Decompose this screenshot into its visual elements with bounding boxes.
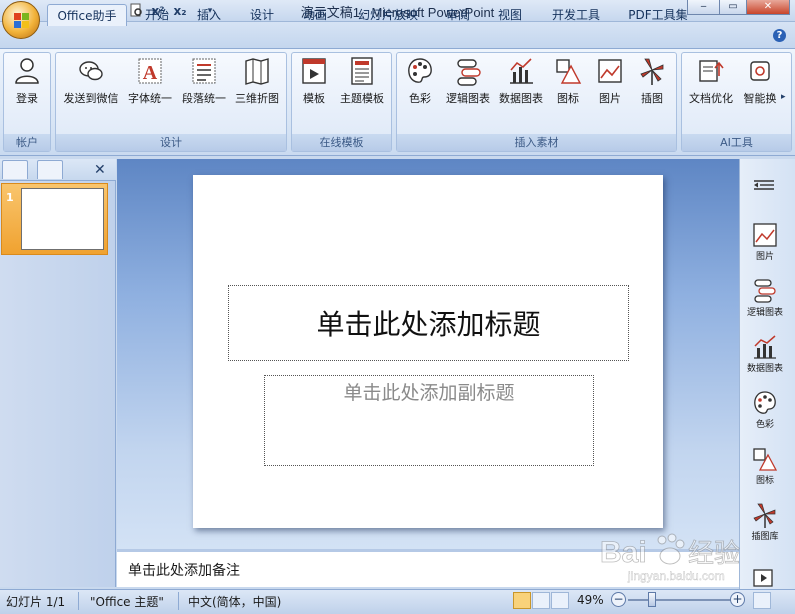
- sidebar-item-colors[interactable]: 色彩: [741, 390, 789, 430]
- slide-counter: 幻灯片 1/1: [6, 595, 66, 609]
- slide-sorter-view-button[interactable]: [532, 592, 550, 609]
- zoom-slider-thumb[interactable]: [648, 592, 656, 607]
- tab-insert[interactable]: 插入: [188, 4, 230, 26]
- shapes-icon: [556, 59, 582, 84]
- font-icon: A: [138, 58, 162, 84]
- tab-home[interactable]: 开始: [136, 4, 178, 26]
- login-button[interactable]: 登录: [6, 56, 48, 116]
- ribbon-more-icon[interactable]: ▸: [781, 92, 786, 102]
- font-unify-button[interactable]: A 字体统一: [125, 56, 175, 116]
- title-placeholder[interactable]: 单击此处添加标题: [228, 285, 629, 361]
- data-chart-icon: [510, 58, 533, 84]
- close-button[interactable]: ✕: [746, 0, 790, 15]
- sidebar-item-logic-chart[interactable]: 逻辑图表: [741, 278, 789, 318]
- template-button[interactable]: 模板: [296, 56, 332, 116]
- svg-text:经验: 经验: [688, 539, 740, 569]
- fold-map-icon: [245, 58, 269, 85]
- collapse-sidebar-icon[interactable]: [752, 178, 776, 192]
- logic-chart-icon: [457, 59, 481, 86]
- outline-tab-icon[interactable]: [37, 160, 63, 179]
- tri-fold-button[interactable]: 三维折图: [231, 56, 283, 116]
- tab-view[interactable]: 视图: [489, 4, 531, 26]
- zoom-level[interactable]: 49%: [577, 593, 604, 607]
- baidu-watermark-logo: Bai 经验 jingyan.baidu.com: [600, 533, 740, 583]
- normal-view-button[interactable]: [513, 592, 531, 609]
- palette-icon: [754, 391, 776, 414]
- smart-replace-icon: [750, 61, 770, 81]
- paragraph-icon: [192, 58, 216, 84]
- theme-name: "Office 主题": [90, 595, 164, 609]
- template-icon: [302, 58, 326, 84]
- sidebar-item-picture[interactable]: 图片: [741, 222, 789, 262]
- tab-slideshow[interactable]: 幻灯片放映: [350, 4, 426, 26]
- picture-icon: [753, 223, 777, 247]
- tab-developer[interactable]: 开发工具: [543, 4, 609, 26]
- zoom-out-button[interactable]: −: [611, 592, 626, 607]
- svg-text:jingyan.baidu.com: jingyan.baidu.com: [627, 569, 725, 583]
- tab-design[interactable]: 设计: [241, 4, 283, 26]
- fit-to-window-button[interactable]: [753, 592, 771, 609]
- zoom-slider-track[interactable]: [628, 599, 732, 601]
- close-panel-icon[interactable]: ✕: [94, 162, 106, 178]
- paragraph-unify-button[interactable]: 段落统一: [178, 56, 230, 116]
- send-to-wechat-button[interactable]: 发送到微信: [60, 56, 122, 116]
- svg-text:Bai: Bai: [600, 536, 647, 569]
- tab-pdf-tools[interactable]: PDF工具集: [620, 4, 696, 26]
- data-chart-button[interactable]: 数据图表: [495, 56, 547, 116]
- colors-button[interactable]: 色彩: [402, 56, 438, 116]
- user-icon: [15, 58, 39, 84]
- tab-review[interactable]: 审阅: [437, 4, 479, 26]
- tab-office-assistant[interactable]: Office助手: [47, 4, 127, 26]
- help-icon[interactable]: ?: [773, 29, 786, 42]
- icons-button[interactable]: 图标: [550, 56, 586, 116]
- picture-icon: [598, 59, 622, 83]
- theme-template-button[interactable]: 主题模板: [335, 56, 389, 116]
- illustration-button[interactable]: 插图: [634, 56, 670, 116]
- doc-optimize-icon: [699, 60, 724, 82]
- subtitle-placeholder[interactable]: 单击此处添加副标题: [264, 375, 594, 466]
- illustration-icon: [640, 58, 664, 85]
- wechat-icon: [79, 61, 103, 81]
- slide-thumbnail[interactable]: [21, 188, 104, 250]
- maximize-button[interactable]: ▭: [719, 0, 747, 15]
- sidebar-item-data-chart[interactable]: 数据图表: [741, 334, 789, 374]
- status-divider: [178, 592, 179, 610]
- shapes-icon: [753, 448, 778, 471]
- logic-chart-button[interactable]: 逻辑图表: [442, 56, 494, 116]
- office-button[interactable]: [2, 1, 40, 39]
- sidebar-item-icons[interactable]: 图标: [741, 446, 789, 486]
- zoom-in-button[interactable]: +: [730, 592, 745, 607]
- doc-optimize-button[interactable]: 文档优化: [686, 56, 736, 116]
- logic-chart-icon: [754, 279, 776, 303]
- slideshow-view-button[interactable]: [551, 592, 569, 609]
- office-logo-icon: [14, 13, 29, 28]
- slide-number: 1: [6, 191, 14, 204]
- data-chart-icon: [754, 335, 776, 359]
- picture-button[interactable]: 图片: [592, 56, 628, 116]
- svg-text:A: A: [143, 62, 158, 84]
- tab-animation[interactable]: 动画: [294, 4, 336, 26]
- language-indicator[interactable]: 中文(简体，中国): [188, 593, 281, 610]
- palette-icon: [408, 58, 432, 83]
- slides-tab-icon[interactable]: [2, 160, 28, 179]
- status-divider: [78, 592, 79, 610]
- smart-replace-button[interactable]: 智能换: [738, 56, 782, 116]
- theme-template-icon: [351, 57, 373, 85]
